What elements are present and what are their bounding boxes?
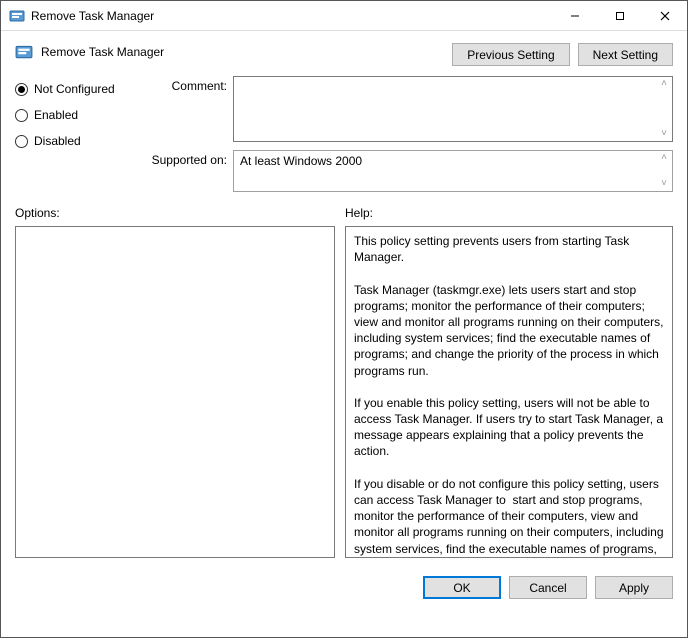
supported-on-value: At least Windows 2000 xyxy=(240,154,362,168)
titlebar: Remove Task Manager xyxy=(1,1,687,31)
next-setting-button[interactable]: Next Setting xyxy=(578,43,673,66)
radio-label: Disabled xyxy=(34,134,81,148)
ok-button[interactable]: OK xyxy=(423,576,501,599)
state-radio-group: Not Configured Enabled Disabled xyxy=(15,76,135,192)
apply-button[interactable]: Apply xyxy=(595,576,673,599)
radio-icon xyxy=(15,109,28,122)
window-title: Remove Task Manager xyxy=(31,9,552,23)
cancel-button[interactable]: Cancel xyxy=(509,576,587,599)
header-row: Remove Task Manager Previous Setting Nex… xyxy=(1,31,687,72)
footer: OK Cancel Apply xyxy=(1,566,687,609)
chevron-up-icon: ˄ xyxy=(658,79,670,89)
chevron-down-icon: ˅ xyxy=(658,129,670,139)
close-button[interactable] xyxy=(642,1,687,30)
help-panel: This policy setting prevents users from … xyxy=(345,226,673,558)
radio-not-configured[interactable]: Not Configured xyxy=(15,82,135,96)
policy-name: Remove Task Manager xyxy=(41,45,164,59)
policy-icon xyxy=(15,43,33,61)
help-section-label: Help: xyxy=(345,206,373,220)
options-panel xyxy=(15,226,335,558)
radio-label: Enabled xyxy=(34,108,78,122)
chevron-up-icon: ˄ xyxy=(658,153,670,163)
radio-disabled[interactable]: Disabled xyxy=(15,134,135,148)
radio-icon xyxy=(15,83,28,96)
help-text: This policy setting prevents users from … xyxy=(354,234,667,558)
comment-input[interactable]: ˄ ˅ xyxy=(233,76,673,142)
previous-setting-button[interactable]: Previous Setting xyxy=(452,43,569,66)
policy-icon xyxy=(9,8,25,24)
radio-icon xyxy=(15,135,28,148)
supported-on-box: At least Windows 2000 ˄ ˅ xyxy=(233,150,673,192)
radio-enabled[interactable]: Enabled xyxy=(15,108,135,122)
supported-on-label: Supported on: xyxy=(147,150,227,167)
maximize-button[interactable] xyxy=(597,1,642,30)
options-section-label: Options: xyxy=(15,206,335,220)
radio-label: Not Configured xyxy=(34,82,115,96)
minimize-button[interactable] xyxy=(552,1,597,30)
comment-label: Comment: xyxy=(147,76,227,93)
window-controls xyxy=(552,1,687,30)
chevron-down-icon: ˅ xyxy=(658,179,670,189)
